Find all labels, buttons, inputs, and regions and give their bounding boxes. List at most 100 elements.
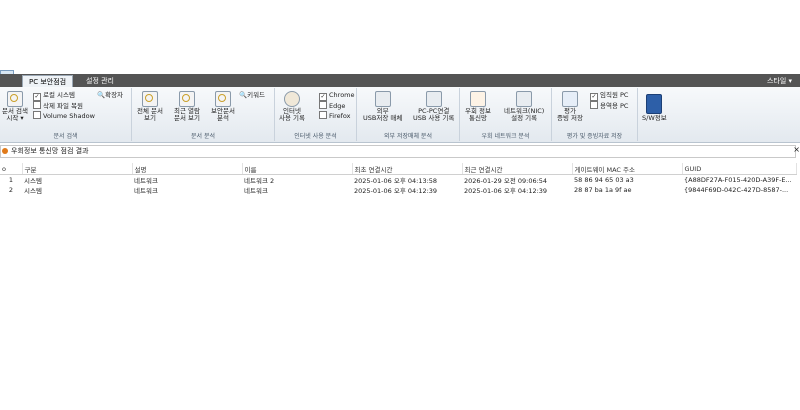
save-disk-icon <box>562 91 578 107</box>
group-doc-search: 문서 검색 시작 ▾ ✓ 로컬 시스템 삭제 파일 복원 Volume Shado… <box>0 88 132 141</box>
checkbox-icon <box>319 101 327 109</box>
checkbox-icon <box>33 111 41 119</box>
column-header-guid[interactable]: GUID <box>682 163 797 175</box>
checkbox-label: 임직원 PC <box>600 91 629 99</box>
group-label: 문서 검색 <box>53 133 78 140</box>
ribbon-tab-bar <box>0 74 800 87</box>
table-cell: 2 <box>8 186 14 194</box>
warning-icon <box>2 148 8 154</box>
group-label: 인터넷 사용 분석 <box>294 133 337 140</box>
button-label: 보안문서 분석 <box>211 107 235 122</box>
column-header-last-connected[interactable]: 최근 연결시간 <box>462 163 573 175</box>
checkbox-label: 로컬 시스템 <box>43 91 75 99</box>
table-row[interactable]: 2 시스템 네트워크 네트워크 2025-01-06 오후 04:12:39 2… <box>0 185 796 195</box>
checkbox-label: Volume Shadow <box>43 112 95 120</box>
keyword-button[interactable]: 🔍키워드 <box>239 91 265 100</box>
cable-icon <box>425 91 442 107</box>
table-cell: 네트워크 2 <box>244 177 275 185</box>
group-label: 평가 및 증빙자료 저장 <box>566 133 623 140</box>
table-cell: 네트워크 <box>244 187 268 195</box>
external-usb-button[interactable]: 외부 USB저장 매체 <box>363 91 402 122</box>
checkbox-edge[interactable]: Edge <box>319 101 345 111</box>
checkbox-deleted-file-restore[interactable]: 삭제 파일 복원 <box>33 101 83 111</box>
table-cell: 28 87 ba 1a 9f ae <box>574 186 632 194</box>
column-header-name[interactable]: 이름 <box>242 163 353 175</box>
wifi-icon <box>470 91 486 107</box>
checkbox-label: Firefox <box>329 112 351 120</box>
bypass-network-button[interactable]: 우회 정보 통신망 <box>465 91 491 122</box>
internet-history-button[interactable]: 인터넷 사용 기록 <box>279 91 305 122</box>
results-table: o 구분 설명 이름 최초 연결시간 최근 연결시간 게이트웨이 MAC 주소 … <box>0 163 797 195</box>
nic-settings-button[interactable]: 네트워크(NIC) 설정 기록 <box>504 91 544 122</box>
column-header-description[interactable]: 설명 <box>132 163 243 175</box>
checkbox-icon <box>319 111 327 119</box>
group-label: 문서 분석 <box>191 133 215 140</box>
checkbox-label: 삭제 파일 복원 <box>43 102 84 110</box>
checkbox-icon <box>33 101 41 109</box>
doc-search-start-label: 문서 검색 시작 ▾ <box>2 107 28 122</box>
tab-pc-security-check[interactable]: PC 보안점검 <box>22 75 74 87</box>
tab-settings-management[interactable]: 설정 관리 <box>80 75 120 87</box>
secure-doc-analysis-button[interactable]: 보안문서 분석 <box>211 91 235 122</box>
close-icon[interactable]: × <box>793 145 800 155</box>
table-cell: 2025-01-06 오후 04:13:58 <box>354 177 438 185</box>
table-cell: {A88DF27A-F015-420D-A39F-E... <box>684 176 792 184</box>
pc-pc-usb-button[interactable]: PC-PC연결 USB 사용 기록 <box>413 91 454 122</box>
checkbox-label: Edge <box>329 102 346 110</box>
column-header-gateway-mac[interactable]: 게이트웨이 MAC 주소 <box>572 163 683 175</box>
table-cell: {9844F69D-042C-427D-8587-... <box>684 186 789 194</box>
table-cell: 58 86 94 65 03 a3 <box>574 176 634 184</box>
button-label: 네트워크(NIC) 설정 기록 <box>504 107 545 122</box>
table-cell: 1 <box>8 176 14 184</box>
column-header-first-connected[interactable]: 최초 연결시간 <box>352 163 463 175</box>
button-label: PC-PC연결 USB 사용 기록 <box>413 107 455 122</box>
table-cell: 2025-01-06 오후 04:12:39 <box>464 187 548 195</box>
button-label: 인터넷 사용 기록 <box>279 107 305 122</box>
table-cell: 시스템 <box>24 187 42 195</box>
magnifier-icon <box>214 91 231 107</box>
extension-button[interactable]: 🔍확장자 <box>97 91 123 100</box>
evidence-save-button[interactable]: 평가 증빙 저장 <box>557 91 583 122</box>
table-cell: 2026-01-29 오전 09:06:54 <box>464 177 548 185</box>
magnifier-small-icon: 🔍 <box>97 91 106 99</box>
table-cell: 시스템 <box>24 177 42 185</box>
group-label: 우회 네트워크 분석 <box>481 133 530 140</box>
group-bypass-network: 우회 정보 통신망 네트워크(NIC) 설정 기록 우회 네트워크 분석 <box>460 88 552 141</box>
table-header-row: o 구분 설명 이름 최초 연결시간 최근 연결시간 게이트웨이 MAC 주소 … <box>0 163 797 175</box>
checkbox-checked-icon: ✓ <box>590 93 598 101</box>
group-external-storage: 외부 USB저장 매체 PC-PC연결 USB 사용 기록 외부 저장매체 분석 <box>357 88 460 141</box>
column-header-no[interactable]: o <box>0 163 23 175</box>
group-internet-usage: 인터넷 사용 기록 ✓ Chrome Edge Firefox 인터넷 사용 분석 <box>275 88 357 141</box>
checkbox-employee-pc[interactable]: ✓ 임직원 PC <box>590 91 628 101</box>
button-label: 우회 정보 통신망 <box>465 107 491 122</box>
button-label: 평가 증빙 저장 <box>557 107 583 122</box>
doc-search-start-button[interactable]: 문서 검색 시작 ▾ <box>2 91 28 122</box>
checkbox-contractor-pc[interactable]: 용역용 PC <box>590 101 628 111</box>
sw-info-button[interactable]: S/W정보 <box>642 94 667 122</box>
result-panel-header: 우회정보 통신망 점검 결과 <box>0 145 796 158</box>
magnifier-icon <box>7 91 23 107</box>
checkbox-label: 용역용 PC <box>600 102 629 110</box>
checkbox-volume-shadow[interactable]: Volume Shadow <box>33 111 95 121</box>
checkbox-checked-icon: ✓ <box>319 93 327 101</box>
recent-docs-button[interactable]: 최근 열람 문서 보기 <box>174 91 200 122</box>
button-label: 전체 문서 보기 <box>137 107 163 122</box>
magnifier-icon <box>179 91 195 107</box>
magnifier-small-icon: 🔍 <box>239 91 248 99</box>
checkbox-firefox[interactable]: Firefox <box>319 111 351 121</box>
extension-label: 확장자 <box>105 91 124 99</box>
table-row[interactable]: 1 시스템 네트워크 네트워크 2 2025-01-06 오후 04:13:58… <box>0 175 796 185</box>
checkbox-checked-icon: ✓ <box>33 93 41 101</box>
checkbox-chrome[interactable]: ✓ Chrome <box>319 91 355 101</box>
style-menu[interactable]: 스타일 ▾ <box>767 75 792 87</box>
column-header-category[interactable]: 구분 <box>22 163 133 175</box>
table-cell: 네트워크 <box>134 187 158 195</box>
keyword-label: 키워드 <box>247 91 266 99</box>
checkbox-local-system[interactable]: ✓ 로컬 시스템 <box>33 91 75 101</box>
shield-icon <box>646 94 663 114</box>
view-all-docs-button[interactable]: 전체 문서 보기 <box>137 91 163 122</box>
group-evidence-save: 평가 증빙 저장 ✓ 임직원 PC 용역용 PC 평가 및 증빙자료 저장 <box>552 88 638 141</box>
group-sw-info: S/W정보 <box>638 88 674 141</box>
button-label: S/W정보 <box>642 114 667 122</box>
checkbox-icon <box>590 101 598 109</box>
